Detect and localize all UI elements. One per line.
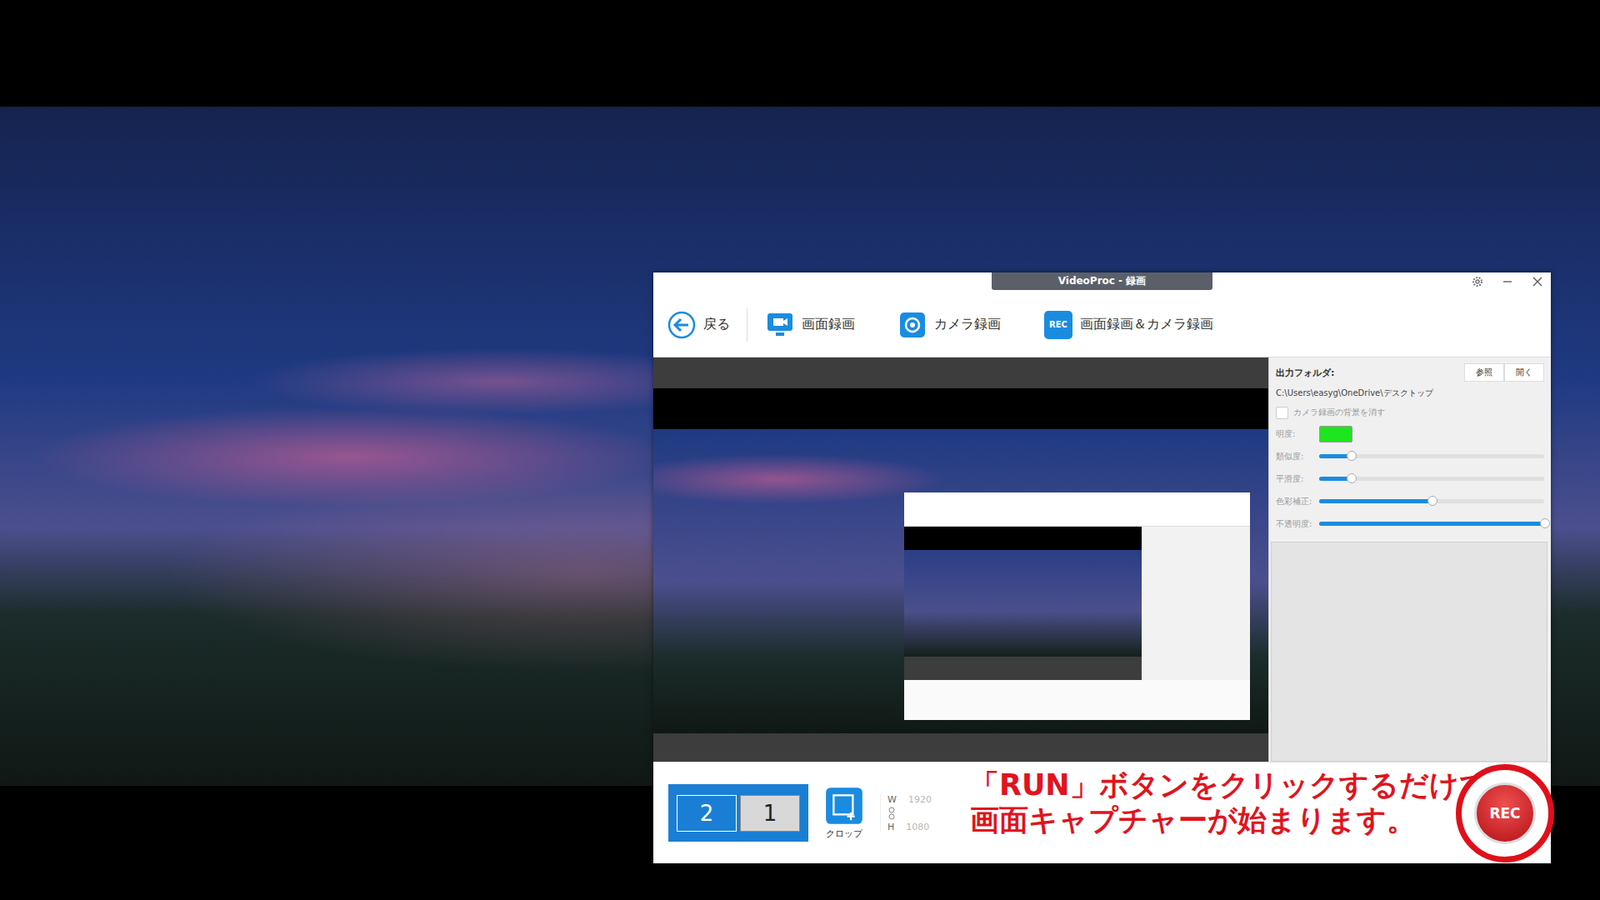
width-field[interactable]: 1920	[908, 794, 932, 805]
toolbar-button[interactable]: カメラ録画	[898, 310, 1001, 340]
highlight-ring: REC	[1455, 764, 1555, 863]
output-folder-label: 出力フォルダ:	[1275, 366, 1335, 380]
toolbar-button[interactable]: 戻る	[667, 308, 748, 342]
link-icon[interactable]	[887, 806, 896, 820]
camera-icon	[898, 310, 927, 340]
setting-slider[interactable]: 類似度:	[1275, 445, 1545, 468]
minimize-icon[interactable]	[1500, 275, 1515, 289]
folder-button[interactable]: 参照	[1464, 363, 1505, 382]
preview-area	[653, 357, 1269, 762]
toolbar-button[interactable]: REC画面録画＆カメラ録画	[1044, 310, 1214, 340]
rec-button[interactable]: REC	[1474, 782, 1536, 845]
annotation-text: 「RUN」ボタンをクリックするだけで画面キャプチャーが始まります。	[970, 767, 1490, 838]
nested-window-frame	[904, 492, 1250, 720]
preview-frame	[653, 429, 1269, 734]
crop-button[interactable]: クロップ	[825, 786, 864, 840]
setting-slider[interactable]: 不透明度:	[1275, 512, 1545, 535]
monitor-selector: 21	[668, 784, 809, 842]
toolbar: 戻る画面録画 カメラ録画 REC画面録画＆カメラ録画	[653, 292, 1551, 358]
monitor-option[interactable]: 2	[676, 795, 737, 832]
monitor-icon	[765, 310, 795, 340]
monitor-option[interactable]: 1	[740, 795, 800, 832]
setting-slider[interactable]: 平滑度:	[1275, 467, 1545, 490]
videoproc-window: VideoProc - 録画戻る画面録画 カメラ録画 REC画面録画＆カメラ録画出力…	[653, 272, 1551, 864]
output-path: C:\Users\easyg\OneDrive\デスクトップ	[1275, 387, 1545, 400]
size-fields: W1920H1080	[880, 794, 932, 833]
close-icon[interactable]	[1530, 275, 1545, 289]
rec-badge-icon: REC	[1044, 310, 1073, 340]
window-title: VideoProc - 録画	[991, 272, 1213, 290]
top-black-strip	[0, 0, 1600, 107]
back-arrow-icon	[667, 310, 696, 340]
key-color-swatch[interactable]	[1319, 425, 1353, 443]
toolbar-button[interactable]: 画面録画	[765, 310, 855, 340]
title-bar: VideoProc - 録画	[653, 272, 1551, 293]
setting-slider[interactable]: 色彩補正:	[1275, 490, 1545, 513]
height-field[interactable]: 1080	[905, 821, 930, 833]
crop-icon	[825, 786, 864, 825]
remove-background-checkbox[interactable]: カメラ録画の背景を消す	[1275, 402, 1545, 423]
desktop: VideoProc - 録画戻る画面録画 カメラ録画 REC画面録画＆カメラ録画出力…	[0, 0, 1600, 900]
folder-button[interactable]: 開く	[1504, 363, 1545, 382]
gear-icon[interactable]	[1470, 275, 1485, 289]
settings-panel: 出力フォルダ: 参照開く C:\Users\easyg\OneDrive\デスクトッ…	[1268, 357, 1551, 762]
